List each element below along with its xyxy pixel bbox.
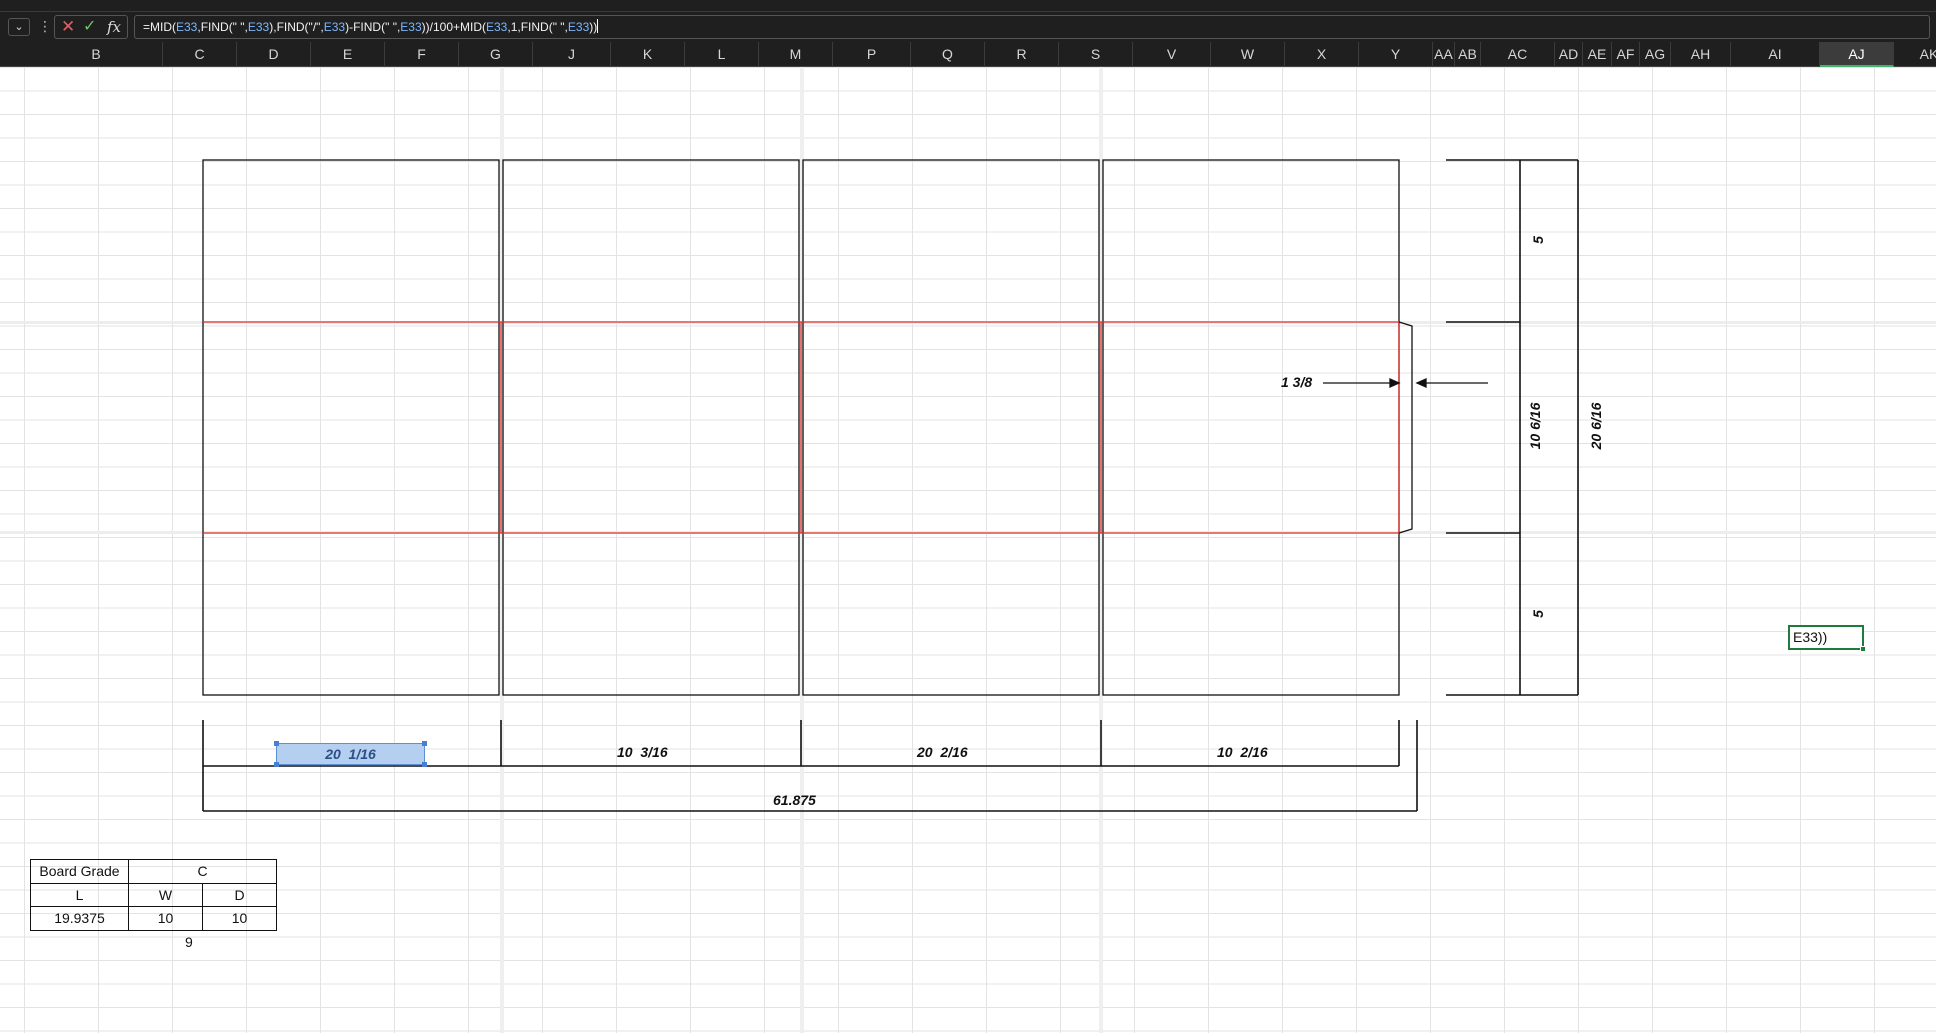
more-options-icon[interactable]: ⋮: [38, 17, 52, 35]
hidden-columns-marker: [1099, 67, 1103, 1033]
formula-cell-reference: E33: [400, 20, 422, 34]
dim-panel-3: 20 2/16: [917, 744, 968, 760]
formula-text: )-FIND(" ",: [345, 20, 401, 34]
column-header-s[interactable]: S: [1059, 42, 1133, 67]
value-w[interactable]: 10: [128, 906, 203, 931]
cell-grid[interactable]: [0, 67, 1936, 1033]
column-header-aa[interactable]: AA: [1433, 42, 1455, 67]
column-header-x[interactable]: X: [1285, 42, 1359, 67]
formula-bar: ⌄ ⋮ ✕ ✓ fx =MID(E33,FIND(" ",E33),FIND("…: [0, 12, 1936, 42]
formula-text: ,FIND(" ",: [197, 20, 248, 34]
note-value[interactable]: 9: [185, 934, 193, 950]
column-header-q[interactable]: Q: [911, 42, 985, 67]
column-header-k[interactable]: K: [611, 42, 685, 67]
dim-bottom-flap: 5: [1530, 610, 1546, 618]
column-header-ad[interactable]: AD: [1555, 42, 1583, 67]
column-header-ac[interactable]: AC: [1481, 42, 1555, 67]
spreadsheet-app: ⌄ ⋮ ✕ ✓ fx =MID(E33,FIND(" ",E33),FIND("…: [0, 0, 1936, 1033]
formula-cell-reference: E33: [247, 20, 270, 34]
column-header-aj[interactable]: AJ: [1820, 42, 1894, 67]
column-header-ae[interactable]: AE: [1583, 42, 1612, 67]
column-header-g[interactable]: G: [459, 42, 533, 67]
cancel-icon[interactable]: ✕: [61, 17, 75, 37]
dim-top-flap: 5: [1530, 236, 1546, 244]
selection-handle[interactable]: [422, 741, 427, 746]
column-header-af[interactable]: AF: [1612, 42, 1640, 67]
selection-handle[interactable]: [274, 762, 279, 767]
column-header-y[interactable]: Y: [1359, 42, 1433, 67]
board-grade-label[interactable]: Board Grade: [30, 859, 129, 884]
dim-total-length: 61.875: [773, 792, 816, 808]
formula-text: =MID(: [143, 20, 176, 34]
name-box-dropdown-icon[interactable]: ⌄: [8, 18, 30, 36]
value-l[interactable]: 19.9375: [30, 906, 129, 931]
dim-glue-flap: 1 3/8: [1281, 374, 1313, 390]
column-header-ag[interactable]: AG: [1640, 42, 1671, 67]
active-cell-editor[interactable]: E33)): [1788, 625, 1866, 652]
formula-cell-reference: E33: [486, 20, 508, 34]
column-header-l[interactable]: L: [685, 42, 759, 67]
enter-icon[interactable]: ✓: [83, 17, 96, 37]
fill-handle[interactable]: [1860, 646, 1866, 652]
selection-handle[interactable]: [274, 741, 279, 746]
column-header-ab[interactable]: AB: [1455, 42, 1481, 67]
formula-cell-reference: E33: [323, 20, 346, 34]
selection-handle[interactable]: [422, 762, 427, 767]
header-l[interactable]: L: [30, 882, 129, 907]
board-grade-value[interactable]: C: [128, 859, 277, 884]
window-top-strip: [0, 0, 1936, 12]
active-cell-text: E33)): [1793, 629, 1828, 645]
row-separator: [0, 531, 1936, 534]
selected-cell-range[interactable]: 20 1/16: [274, 741, 427, 767]
column-header-w[interactable]: W: [1211, 42, 1285, 67]
hidden-columns-marker: [800, 67, 804, 1033]
column-header-b[interactable]: B: [30, 42, 163, 67]
text-caret: [597, 19, 599, 33]
header-d[interactable]: D: [202, 882, 277, 907]
dim-total-height: 20 6/16: [1588, 402, 1604, 450]
value-d[interactable]: 10: [202, 906, 277, 931]
column-header-ai[interactable]: AI: [1731, 42, 1820, 67]
column-header-e[interactable]: E: [311, 42, 385, 67]
board-grade-table: Board Grade C L W D 19.9375 10 10: [30, 859, 277, 931]
column-header-ah[interactable]: AH: [1671, 42, 1731, 67]
column-header-j[interactable]: J: [533, 42, 611, 67]
dim-body-height: 10 6/16: [1527, 402, 1543, 450]
column-headers: BCDEFGJKLMPQRSVWXYAAABACADAEAFAGAHAIAJAK: [0, 42, 1936, 67]
header-w[interactable]: W: [128, 882, 203, 907]
column-header-ak[interactable]: AK: [1894, 42, 1936, 67]
row-separator: [0, 321, 1936, 324]
column-header-v[interactable]: V: [1133, 42, 1211, 67]
formula-input[interactable]: =MID(E33,FIND(" ",E33),FIND("/",E33)-FIN…: [134, 15, 1930, 39]
formula-text: )): [589, 20, 598, 34]
dim-panel-4: 10 2/16: [1217, 744, 1268, 760]
formula-cell-reference: E33: [176, 20, 198, 34]
dim-panel-2: 10 3/16: [617, 744, 668, 760]
column-header-f[interactable]: F: [385, 42, 459, 67]
hidden-columns-marker: [500, 67, 504, 1033]
column-header-r[interactable]: R: [985, 42, 1059, 67]
formula-controls: ✕ ✓ fx: [54, 15, 128, 39]
column-header-c[interactable]: C: [163, 42, 237, 67]
insert-function-icon[interactable]: fx: [107, 17, 121, 37]
column-header-d[interactable]: D: [237, 42, 311, 67]
dim-panel-1: 20 1/16: [325, 746, 376, 762]
formula-text: ))/100+MID(: [421, 20, 486, 34]
formula-text: ),FIND("/",: [269, 20, 324, 34]
formula-text: ,1,FIND(" ",: [507, 20, 568, 34]
column-header-p[interactable]: P: [833, 42, 911, 67]
column-header-m[interactable]: M: [759, 42, 833, 67]
formula-cell-reference: E33: [567, 20, 590, 34]
